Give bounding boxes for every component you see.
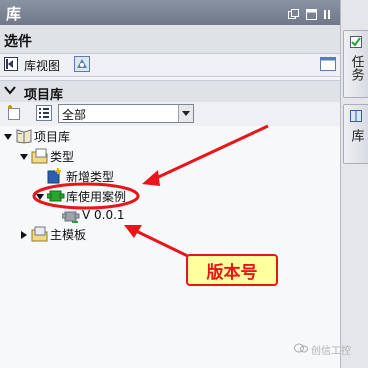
arrow-to-version — [124, 225, 197, 262]
version-number-callout: 版本号 — [186, 254, 278, 286]
tab-tasks[interactable]: 任务 — [343, 30, 368, 98]
watermark: 创信工控 — [294, 342, 351, 357]
tab-libraries-label: 库 — [348, 129, 364, 142]
arrow-to-use-case — [142, 124, 269, 186]
watermark-text: 创信工控 — [311, 346, 351, 357]
tab-tasks-label: 任务 — [348, 55, 364, 81]
annotation-overlay — [32, 124, 269, 262]
watermark-logo-icon — [294, 342, 308, 357]
callout-label: 版本号 — [206, 262, 258, 283]
side-tab-strip: 任务 库 — [340, 0, 368, 368]
highlight-ellipse — [32, 182, 140, 210]
tab-libraries[interactable]: 库 — [343, 104, 368, 164]
tasks-icon — [349, 35, 363, 52]
library-book-icon — [349, 109, 363, 126]
